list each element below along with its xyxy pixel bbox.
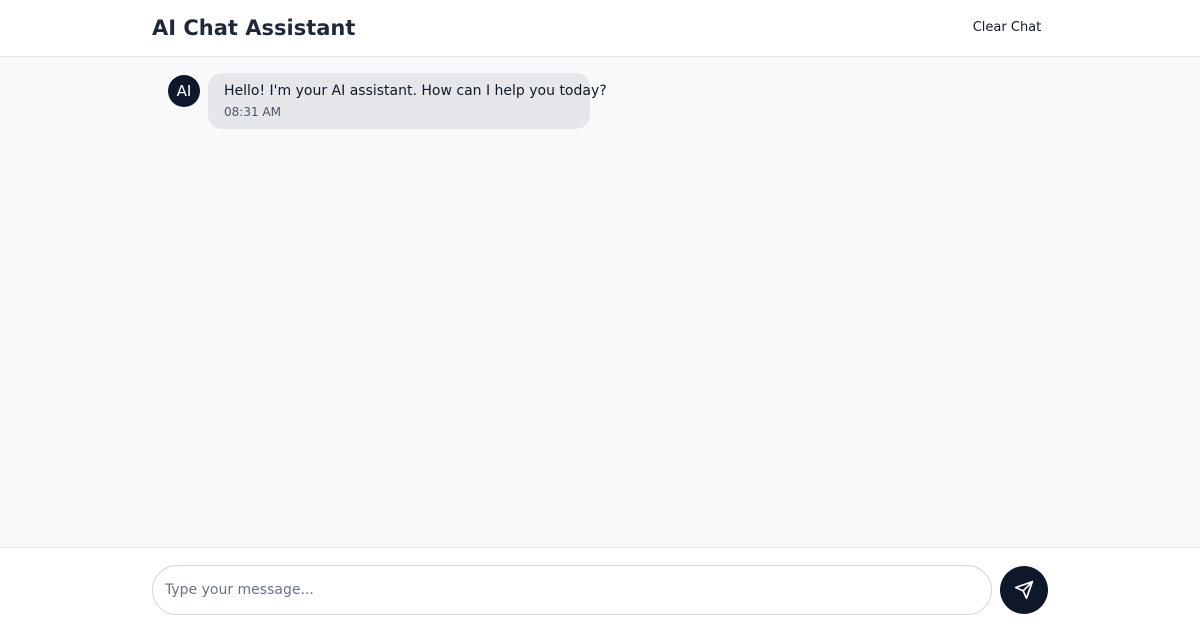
message-timestamp: 08:31 AM bbox=[224, 105, 281, 119]
message-text: Hello! I'm your AI assistant. How can I … bbox=[224, 83, 607, 99]
send-icon bbox=[1014, 580, 1034, 600]
assistant-avatar: AI bbox=[168, 75, 200, 107]
app-header: AI Chat Assistant Clear Chat bbox=[0, 0, 1200, 57]
page-title: AI Chat Assistant bbox=[152, 16, 356, 40]
message-list: AI Hello! I'm your AI assistant. How can… bbox=[0, 57, 1200, 547]
send-button[interactable] bbox=[1000, 566, 1048, 614]
clear-chat-button[interactable]: Clear Chat bbox=[962, 14, 1052, 42]
message-input[interactable] bbox=[152, 565, 992, 615]
message-composer bbox=[0, 547, 1200, 630]
message-bubble: Hello! I'm your AI assistant. How can I … bbox=[208, 73, 607, 129]
